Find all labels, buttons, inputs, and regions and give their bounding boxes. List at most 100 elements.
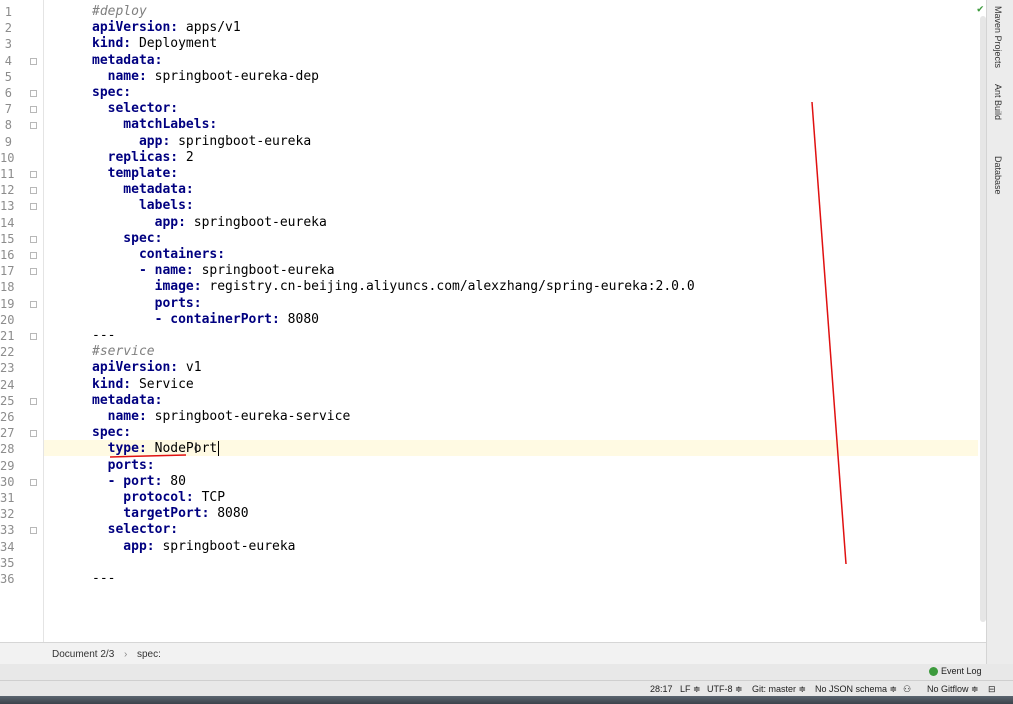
json-schema[interactable]: No JSON schema ≑	[815, 684, 897, 695]
line-number: 36	[0, 572, 15, 586]
code-line[interactable]: apiVersion: v1	[92, 360, 202, 376]
yaml-value: springboot-eureka-service	[146, 409, 351, 424]
yaml-comment: #service	[92, 344, 155, 360]
line-number-gutter: 1 2 3 4 5 6 7 8 9 10 11 12 13 14 15 16 17 18 19 20 21 22 23 24 2…	[0, 0, 44, 642]
line-number: 22	[0, 345, 15, 360]
code-line[interactable]: selector:	[92, 101, 178, 117]
tab-maven-projects[interactable]: Maven Projects	[993, 6, 1003, 68]
line-number: 32	[0, 507, 15, 522]
code-line[interactable]: containers:	[92, 247, 225, 263]
code-line[interactable]: spec:	[92, 85, 131, 101]
code-line[interactable]: kind: Service	[92, 377, 194, 393]
yaml-value: Service	[131, 376, 194, 392]
breadcrumb-spec[interactable]: spec:	[137, 649, 161, 660]
code-line[interactable]: replicas: 2	[92, 150, 194, 166]
code-line[interactable]: ports:	[92, 458, 155, 474]
code-line[interactable]: name: springboot-eureka-service	[92, 409, 351, 425]
line-number: 7	[4, 102, 12, 117]
yaml-key: metadata:	[92, 392, 163, 408]
code-line[interactable]: name: springboot-eureka-dep	[92, 69, 319, 85]
code-line[interactable]: spec:	[92, 425, 131, 441]
code-line[interactable]: ---	[92, 328, 115, 344]
fold-marker-icon[interactable]	[30, 478, 37, 486]
code-line[interactable]: - port: 80	[92, 474, 186, 490]
code-line[interactable]: image: registry.cn-beijing.aliyuncs.com/…	[92, 279, 695, 295]
yaml-value: ---	[92, 328, 116, 343]
code-line[interactable]: apiVersion: apps/v1	[92, 20, 241, 36]
yaml-comment: #deploy	[92, 4, 147, 19]
code-line[interactable]: template:	[92, 166, 178, 182]
line-separator[interactable]: LF ≑	[680, 684, 701, 695]
code-line[interactable]: #deploy	[92, 4, 147, 20]
line-number: 19	[0, 296, 15, 311]
caret-position[interactable]: 28:17	[650, 684, 673, 694]
code-line[interactable]: metadata:	[92, 53, 162, 69]
code-line[interactable]: ports:	[92, 296, 202, 312]
fold-marker-icon[interactable]	[30, 122, 37, 130]
line-number: 20	[0, 312, 15, 327]
code-line[interactable]: app: springboot-eureka	[92, 215, 327, 231]
os-dock	[0, 696, 1013, 704]
code-line[interactable]: spec:	[92, 231, 162, 247]
code-line[interactable]: kind: Deployment	[92, 36, 217, 52]
code-line[interactable]: protocol: TCP	[92, 490, 225, 506]
code-line[interactable]: type: NodePort	[92, 441, 220, 457]
yaml-key: spec:	[92, 230, 163, 246]
fold-marker-icon[interactable]	[30, 430, 37, 438]
line-number: 31	[0, 491, 15, 505]
code-line[interactable]: metadata:	[92, 393, 162, 409]
breadcrumb-separator: ›	[124, 649, 128, 660]
yaml-key: kind:	[92, 376, 132, 392]
line-number: 33	[0, 523, 15, 538]
yaml-key: replicas:	[92, 149, 179, 165]
yaml-key: targetPort:	[92, 506, 210, 522]
fold-marker-icon[interactable]	[30, 527, 37, 535]
fold-marker-icon[interactable]	[30, 187, 37, 195]
yaml-key: name:	[92, 68, 147, 84]
git-branch[interactable]: Git: master ≑	[752, 684, 806, 695]
file-encoding[interactable]: UTF-8 ≑	[707, 684, 743, 695]
fold-marker-icon[interactable]	[30, 333, 37, 340]
code-line[interactable]: targetPort: 8080	[92, 506, 249, 522]
tab-ant-build[interactable]: Ant Build	[993, 84, 1003, 120]
yaml-key: template:	[92, 166, 179, 181]
code-editor[interactable]: #deploy apiVersion: apps/v1 kind: Deployme…	[44, 0, 978, 642]
fold-marker-icon[interactable]	[30, 235, 37, 243]
fold-marker-icon[interactable]	[30, 397, 37, 405]
text-caret	[218, 441, 220, 457]
code-line[interactable]: app: springboot-eureka	[92, 539, 295, 555]
yaml-value: springboot-eureka-dep	[146, 68, 319, 84]
yaml-key: app:	[92, 133, 171, 149]
fold-marker-icon[interactable]	[30, 203, 37, 211]
fold-marker-icon[interactable]	[30, 252, 37, 259]
line-number: 4	[4, 53, 12, 68]
line-number: 3	[4, 37, 12, 52]
fold-marker-icon[interactable]	[30, 106, 37, 114]
code-line[interactable]: matchLabels:	[92, 117, 217, 133]
fold-marker-icon[interactable]	[30, 171, 37, 178]
gitflow-status[interactable]: No Gitflow ≑	[927, 684, 979, 695]
fold-marker-icon[interactable]	[30, 300, 37, 308]
lock-icon: ⊟	[988, 684, 996, 694]
code-line[interactable]: ---	[92, 571, 115, 587]
breadcrumb: Document 2/3 › spec:	[0, 642, 986, 664]
breadcrumb-document[interactable]: Document 2/3	[52, 649, 114, 660]
yaml-key: ports:	[92, 295, 202, 311]
fold-marker-icon[interactable]	[30, 268, 37, 276]
code-line[interactable]: labels:	[92, 198, 194, 214]
code-line[interactable]: - containerPort: 8080	[92, 312, 319, 328]
code-line[interactable]: - name: springboot-eureka	[92, 263, 335, 279]
fold-marker-icon[interactable]	[30, 57, 37, 65]
code-line[interactable]: #service	[92, 344, 155, 360]
code-line[interactable]: app: springboot-eureka	[92, 134, 311, 150]
yaml-key: - containerPort:	[92, 311, 280, 327]
code-line[interactable]: selector:	[92, 522, 178, 538]
yaml-value: NodePort	[146, 441, 218, 457]
event-log-button[interactable]: Event Log	[941, 666, 982, 676]
line-number: 2	[4, 21, 12, 36]
code-line[interactable]: metadata:	[92, 182, 193, 198]
fold-marker-icon[interactable]	[30, 90, 37, 97]
tab-database[interactable]: Database	[993, 156, 1003, 195]
yaml-value: 8080	[209, 506, 249, 522]
line-number: 27	[0, 426, 15, 441]
